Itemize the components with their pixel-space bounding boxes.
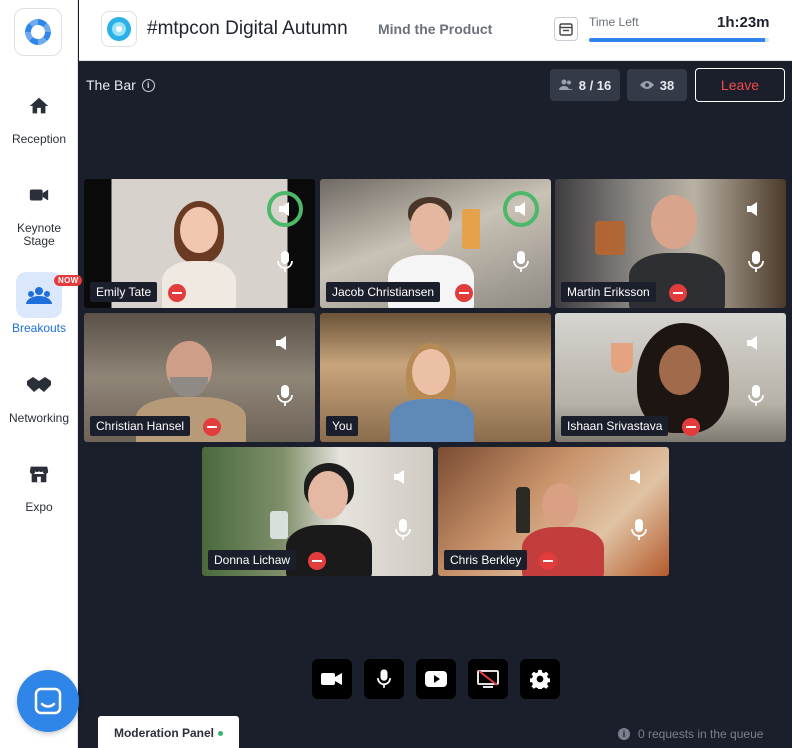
- sidebar-item-expo[interactable]: Expo: [0, 451, 78, 514]
- participant-count-value: 8 / 16: [578, 77, 612, 93]
- leave-button[interactable]: Leave: [695, 68, 785, 102]
- calendar-icon[interactable]: [554, 17, 578, 41]
- participant-name: Emily Tate: [90, 282, 158, 302]
- video-tile-ishaan-srivastava[interactable]: Ishaan Srivastava: [555, 313, 786, 442]
- time-left-progress-fill: [589, 38, 766, 42]
- microphone-icon[interactable]: [395, 519, 411, 541]
- event-logo: [101, 11, 137, 47]
- remove-participant-button[interactable]: [682, 418, 700, 436]
- event-title: #mtpcon Digital Autumn: [147, 18, 348, 39]
- info-icon: i: [618, 728, 630, 740]
- settings-icon: [530, 669, 550, 689]
- eye-icon: [639, 81, 654, 89]
- header: #mtpcon Digital Autumn Mind the Product …: [79, 0, 792, 61]
- speaker-icon[interactable]: [503, 191, 539, 227]
- remove-participant-button[interactable]: [308, 552, 326, 570]
- settings-button[interactable]: [520, 659, 560, 699]
- participant-name: Chris Berkley: [444, 550, 528, 570]
- remove-participant-button[interactable]: [455, 284, 473, 302]
- remove-participant-button[interactable]: [669, 284, 687, 302]
- speaker-icon[interactable]: [389, 466, 411, 488]
- speaker-icon[interactable]: [742, 332, 764, 354]
- time-left-label: Time Left: [589, 15, 639, 29]
- video-tile-you[interactable]: You: [320, 313, 551, 442]
- sidebar-item-label: Networking: [8, 411, 70, 425]
- viewer-count: 38: [627, 69, 687, 101]
- moderation-panel-label: Moderation Panel: [113, 726, 214, 740]
- viewer-count-value: 38: [659, 77, 675, 93]
- queue-text: 0 requests in the queue: [638, 727, 764, 741]
- microphone-icon[interactable]: [513, 251, 529, 273]
- microphone-toggle-button[interactable]: [364, 659, 404, 699]
- room-name: The Bar: [86, 77, 136, 93]
- participant-name: Martin Eriksson: [561, 282, 656, 302]
- home-icon: [29, 97, 49, 114]
- video-tile-chris-berkley[interactable]: Chris Berkley: [438, 447, 669, 576]
- now-badge: NOW: [54, 275, 83, 286]
- organizer-name[interactable]: Mind the Product: [378, 21, 492, 37]
- youtube-share-button[interactable]: [416, 659, 456, 699]
- moderation-panel-tab[interactable]: Moderation Panel: [98, 716, 239, 748]
- speaker-icon[interactable]: [742, 198, 764, 220]
- participant-name: You: [326, 416, 359, 436]
- speaker-icon[interactable]: [271, 332, 293, 354]
- sidebar-item-label: Reception: [11, 132, 67, 146]
- info-icon[interactable]: i: [141, 78, 155, 92]
- sidebar-item-keynote-stage[interactable]: Keynote Stage: [0, 172, 78, 248]
- participant-name: Jacob Christiansen: [326, 282, 441, 302]
- video-tile-martin-eriksson[interactable]: Martin Eriksson: [555, 179, 786, 308]
- time-left-progress: [589, 38, 769, 42]
- sidebar: Reception Keynote Stage NOW Breakouts Ne…: [0, 0, 83, 748]
- camera-icon: [321, 673, 342, 685]
- time-left-value: 1h:23m: [717, 14, 770, 31]
- video-tile-emily-tate[interactable]: Emily Tate: [84, 179, 315, 308]
- microphone-icon[interactable]: [748, 385, 764, 407]
- participant-name: Christian Hansel: [90, 416, 191, 436]
- screen-share-off-icon: [477, 670, 499, 688]
- status-dot: [218, 730, 223, 736]
- video-tile-christian-hansel[interactable]: Christian Hansel: [84, 313, 315, 442]
- youtube-icon: [425, 671, 447, 687]
- participant-name: Ishaan Srivastava: [561, 416, 669, 436]
- video-camera-icon: [29, 189, 49, 201]
- event-logo-icon: [107, 17, 131, 41]
- sidebar-item-label: Expo: [25, 500, 53, 514]
- microphone-icon[interactable]: [748, 251, 764, 273]
- microphone-icon[interactable]: [631, 519, 647, 541]
- video-tile-donna-lichaw[interactable]: Donna Lichaw: [202, 447, 433, 576]
- remove-participant-button[interactable]: [539, 552, 557, 570]
- video-tile-jacob-christiansen[interactable]: Jacob Christiansen: [320, 179, 551, 308]
- handshake-icon: [27, 377, 51, 392]
- room-title: The Bar i: [86, 77, 155, 93]
- sidebar-item-reception[interactable]: Reception: [0, 83, 78, 146]
- remove-participant-button[interactable]: [168, 284, 186, 302]
- microphone-icon[interactable]: [277, 385, 293, 407]
- sidebar-item-label: Breakouts: [11, 321, 67, 335]
- remove-participant-button[interactable]: [203, 418, 221, 436]
- camera-toggle-button[interactable]: [312, 659, 352, 699]
- app-logo[interactable]: [14, 8, 62, 56]
- microphone-icon: [377, 669, 391, 688]
- speaker-icon[interactable]: [267, 191, 303, 227]
- microphone-icon[interactable]: [277, 251, 293, 273]
- hopin-logo-icon: [25, 19, 51, 45]
- sidebar-item-networking[interactable]: Networking: [0, 362, 78, 425]
- screen-share-button[interactable]: [468, 659, 508, 699]
- speaker-icon[interactable]: [625, 466, 647, 488]
- chat-icon: [34, 687, 62, 715]
- sidebar-item-breakouts[interactable]: NOW Breakouts: [0, 272, 83, 335]
- participant-name: Donna Lichaw: [208, 550, 297, 570]
- request-queue-status: i 0 requests in the queue: [618, 727, 763, 741]
- people-icon: [558, 79, 573, 90]
- storefront-icon: [29, 466, 49, 483]
- support-chat-button[interactable]: [17, 670, 79, 732]
- group-icon: [26, 287, 52, 304]
- participant-count: 8 / 16: [550, 69, 620, 101]
- sidebar-item-label: Keynote Stage: [16, 221, 62, 248]
